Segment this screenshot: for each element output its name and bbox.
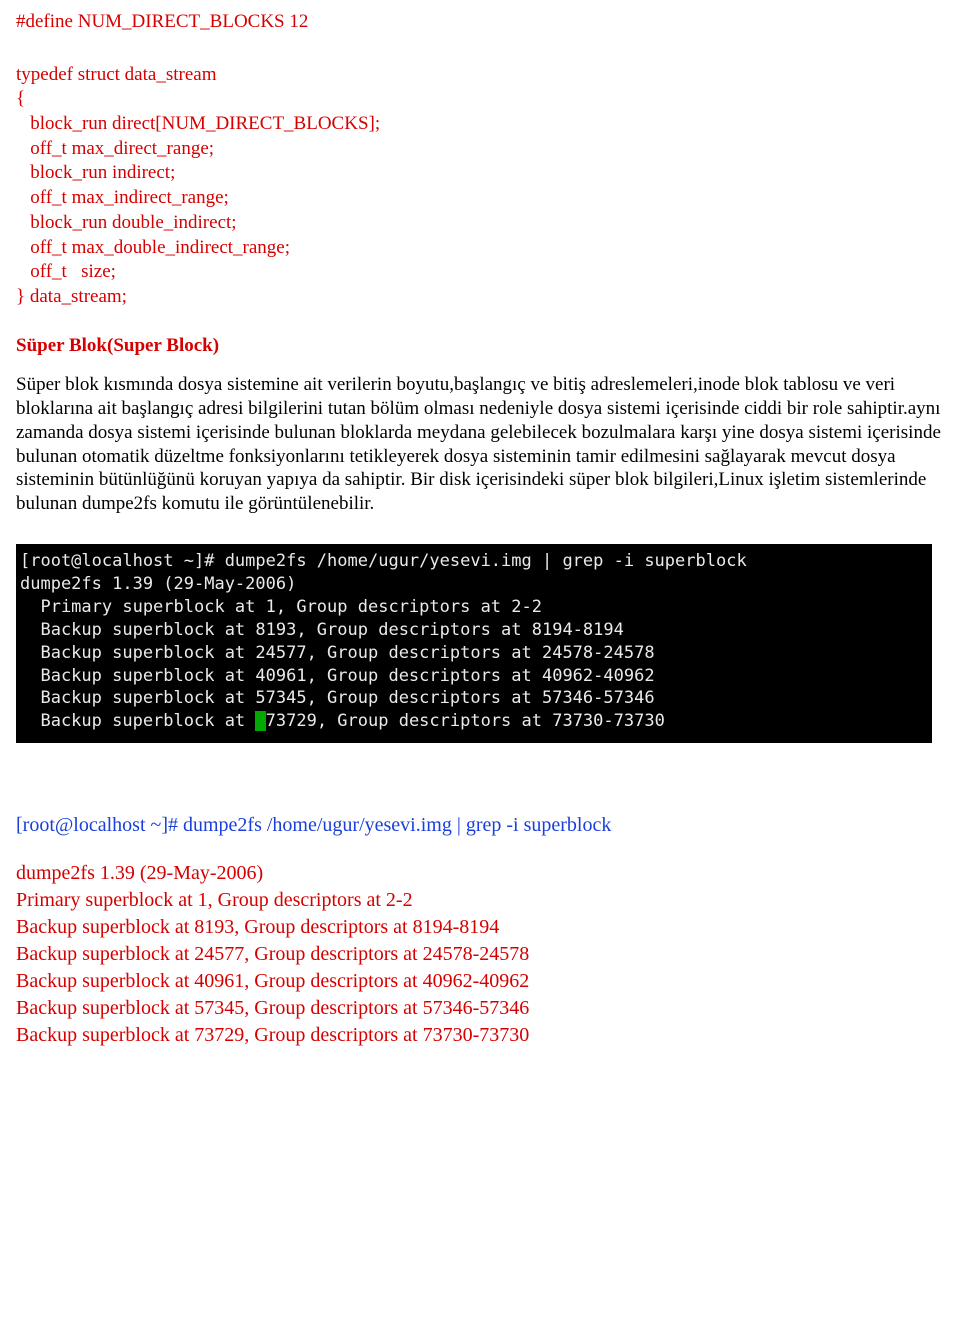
terminal-screenshot: [root@localhost ~]# dumpe2fs /home/ugur/… bbox=[16, 544, 932, 744]
section-heading-superblock: Süper Blok(Super Block) bbox=[16, 334, 944, 358]
output-line-1: dumpe2fs 1.39 (29-May-2006) bbox=[16, 860, 944, 887]
code-line-4: block_run direct[NUM_DIRECT_BLOCKS]; bbox=[16, 112, 944, 137]
code-line-10: off_t size; bbox=[16, 260, 944, 285]
code-line-7: off_t max_indirect_range; bbox=[16, 186, 944, 211]
terminal-line-3: Primary superblock at 1, Group descripto… bbox=[20, 597, 542, 617]
output-line-6: Backup superblock at 57345, Group descri… bbox=[16, 995, 944, 1022]
code-line-5: off_t max_direct_range; bbox=[16, 137, 944, 162]
code-line-8: block_run double_indirect; bbox=[16, 211, 944, 236]
code-line-9: off_t max_double_indirect_range; bbox=[16, 236, 944, 261]
terminal-cursor-icon: _ bbox=[255, 711, 265, 731]
code-line-define: #define NUM_DIRECT_BLOCKS 12 bbox=[16, 10, 944, 35]
terminal-line-1: [root@localhost ~]# dumpe2fs /home/ugur/… bbox=[20, 551, 747, 571]
code-struct: typedef struct data_stream { block_run d… bbox=[16, 63, 944, 310]
code-line-3: { bbox=[16, 87, 944, 112]
code-line-2: typedef struct data_stream bbox=[16, 63, 944, 88]
output-line-7: Backup superblock at 73729, Group descri… bbox=[16, 1022, 944, 1049]
terminal-line-2: dumpe2fs 1.39 (29-May-2006) bbox=[20, 574, 296, 594]
terminal-line-5: Backup superblock at 24577, Group descri… bbox=[20, 643, 655, 663]
output-line-2: Primary superblock at 1, Group descripto… bbox=[16, 887, 944, 914]
terminal-line-8a: Backup superblock at bbox=[20, 711, 255, 731]
paragraph-superblock: Süper blok kısmında dosya sistemine ait … bbox=[16, 373, 944, 516]
code-line-11: } data_stream; bbox=[16, 285, 944, 310]
output-line-4: Backup superblock at 24577, Group descri… bbox=[16, 941, 944, 968]
terminal-line-8b: 73729, Group descriptors at 73730-73730 bbox=[266, 711, 665, 731]
terminal-line-6: Backup superblock at 40961, Group descri… bbox=[20, 666, 655, 686]
output-line-3: Backup superblock at 8193, Group descrip… bbox=[16, 914, 944, 941]
terminal-line-7: Backup superblock at 57345, Group descri… bbox=[20, 688, 655, 708]
command-output: dumpe2fs 1.39 (29-May-2006) Primary supe… bbox=[16, 860, 944, 1049]
output-line-5: Backup superblock at 40961, Group descri… bbox=[16, 968, 944, 995]
command-line-text: [root@localhost ~]# dumpe2fs /home/ugur/… bbox=[16, 813, 944, 838]
code-define: #define NUM_DIRECT_BLOCKS 12 bbox=[16, 10, 944, 35]
code-line-6: block_run indirect; bbox=[16, 161, 944, 186]
terminal-line-4: Backup superblock at 8193, Group descrip… bbox=[20, 620, 624, 640]
